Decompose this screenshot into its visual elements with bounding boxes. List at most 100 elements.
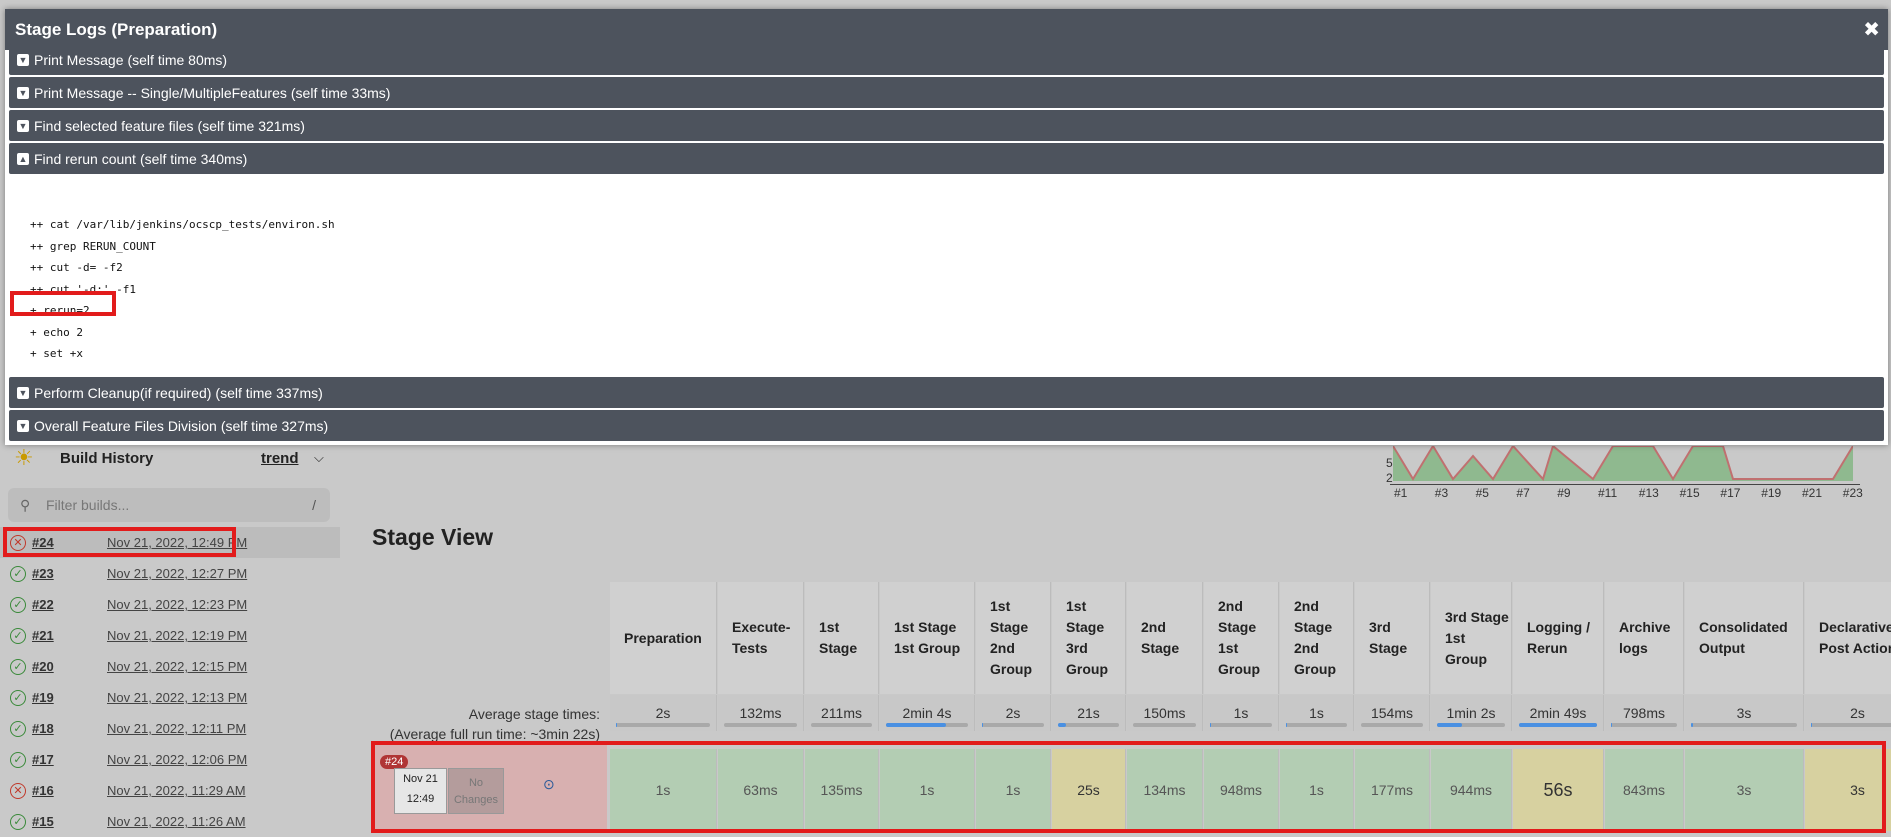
step-name: Print Message -- Single/MultipleFeatures [34,84,287,101]
step-name: Find rerun count [34,150,136,167]
success-status-icon: ✓ [10,689,26,706]
build-row[interactable]: ✓ #22 Nov 21, 2022, 12:23 PM [0,589,340,620]
chevron-down-icon[interactable]: ⌵ [314,450,324,466]
build-row[interactable]: ✓ #17 Nov 21, 2022, 12:06 PM [0,744,340,775]
stage-average-value: 132ms [739,705,782,721]
stage-average-value: 798ms [1622,705,1666,721]
sun-icon: ☀ [14,445,34,470]
build-row[interactable]: ✓ #20 Nov 21, 2022, 12:15 PM [0,651,340,682]
stage-header: Declarative: Post Actions [1805,582,1891,694]
stage-average-time: 154ms [1355,695,1430,731]
stage-average-bar [886,723,968,727]
build-number-link[interactable]: #20 [32,659,102,674]
stage-header: 1st Stage 1st Group [880,582,975,694]
stage-average-time: 21s [1052,695,1126,731]
build-date-link[interactable]: Nov 21, 2022, 12:19 PM [107,628,247,643]
log-line: ++ cat /var/lib/jenkins/ocscp_tests/envi… [30,218,335,231]
build-date-link[interactable]: Nov 21, 2022, 12:27 PM [107,566,247,581]
trend-x-axis [1390,484,1860,485]
stage-average-bar [1519,723,1597,727]
stage-header: Logging / Rerun [1513,582,1604,694]
stage-average-value: 1min 2s [1446,705,1496,721]
step-self-time: (self time 340ms) [139,150,248,167]
build-row[interactable]: ✓ #23 Nov 21, 2022, 12:27 PM [0,558,340,589]
filter-builds-input[interactable]: ⚲ Filter builds... / [8,488,330,522]
stage-average-bar-fill [1691,723,1693,727]
build-number-link[interactable]: #19 [32,690,102,705]
build-number-link[interactable]: #17 [32,752,102,767]
stage-average-value: 1s [1309,705,1324,721]
step-row[interactable]: ▼ Print Message -- Single/MultipleFeature… [9,77,1884,108]
stage-average-time: 150ms [1127,695,1203,731]
step-row[interactable]: ▼ Overall Feature Files Division (self tim… [9,410,1884,441]
stage-average-bar [1058,723,1119,727]
collapse-icon[interactable]: ▲ [17,152,29,165]
trend-y-tick: 2 [1386,471,1393,485]
stage-average-value: 2s [1005,705,1021,721]
step-row[interactable]: ▼ Perform Cleanup(if required) (self time … [9,377,1884,408]
stage-average-time: 2min 49s [1513,695,1604,731]
step-log-output: ++ cat /var/lib/jenkins/ocscp_tests/envi… [30,214,335,365]
step-row[interactable]: ▼ Print Message (self time 80ms) [9,44,1884,75]
step-self-time: (self time 337ms) [215,384,323,401]
search-icon: ⚲ [20,496,31,513]
step-row[interactable]: ▲ Find rerun count (self time 340ms) [9,143,1884,174]
expand-icon[interactable]: ▼ [17,419,29,432]
build-history-header: ☀ Build History trend ⌵ [14,445,324,470]
trend-link[interactable]: trend [261,450,299,467]
stage-average-time: 211ms [805,695,879,731]
build-row[interactable]: ✕ #16 Nov 21, 2022, 11:29 AM [0,775,340,806]
step-name: Overall Feature Files Division [34,417,217,434]
build-number-link[interactable]: #15 [32,814,102,829]
trend-x-tick: #13 [1638,486,1659,500]
stage-average-bar-fill [616,723,618,727]
stage-average-value: 2s [655,705,671,721]
expand-icon[interactable]: ▼ [17,53,29,66]
stage-average-bar-fill [1519,723,1597,727]
step-self-time: (self time 33ms) [290,84,391,101]
step-name: Find selected feature files [34,117,194,134]
close-icon[interactable]: ✖ [1863,17,1880,42]
stage-average-time: 2s [976,695,1051,731]
build-date-link[interactable]: Nov 21, 2022, 11:29 AM [107,783,246,798]
build-date-link[interactable]: Nov 21, 2022, 12:15 PM [107,659,247,674]
stage-average-time: 1min 2s [1431,695,1512,731]
step-row[interactable]: ▼ Find selected feature files (self time 3… [9,110,1884,141]
build-number-link[interactable]: #21 [32,628,102,643]
build-date-link[interactable]: Nov 21, 2022, 12:11 PM [107,721,246,736]
build-row[interactable]: ✓ #18 Nov 21, 2022, 12:11 PM [0,713,340,744]
success-status-icon: ✓ [10,751,26,768]
expand-icon[interactable]: ▼ [17,386,29,399]
stage-average-bar-fill [886,723,947,727]
stage-header: 3rd Stage [1355,582,1430,694]
stage-header: 2nd Stage 1st Group [1204,582,1279,694]
build-date-link[interactable]: Nov 21, 2022, 12:13 PM [107,690,247,705]
stage-header: 2nd Stage [1127,582,1203,694]
build-date-link[interactable]: Nov 21, 2022, 12:23 PM [107,597,247,612]
stage-average-bar [1210,723,1272,727]
build-date-link[interactable]: Nov 21, 2022, 11:26 AM [107,814,246,829]
trend-x-tick: #11 [1598,486,1618,500]
build-date-link[interactable]: Nov 21, 2022, 12:06 PM [107,752,247,767]
build-number-link[interactable]: #18 [32,721,102,736]
stage-average-bar [982,723,1044,727]
build-row[interactable]: ✓ #15 Nov 21, 2022, 11:26 AM [0,806,340,837]
expand-icon[interactable]: ▼ [17,86,29,99]
log-line: + echo 2 [30,325,83,339]
highlight-box-build-24 [3,527,236,557]
stage-average-bar-fill [1058,723,1066,727]
build-row[interactable]: ✓ #21 Nov 21, 2022, 12:19 PM [0,620,340,651]
log-line: + set +x [30,347,83,360]
stage-average-time: 1s [1204,695,1279,731]
stage-average-value: 211ms [821,705,862,721]
stage-header: 1st Stage 2nd Group [976,582,1051,694]
build-number-link[interactable]: #22 [32,597,102,612]
build-row[interactable]: ✓ #19 Nov 21, 2022, 12:13 PM [0,682,340,713]
trend-x-tick: #19 [1761,486,1782,500]
stage-average-bar [616,723,710,727]
build-number-link[interactable]: #23 [32,566,102,581]
step-self-time: (self time 80ms) [127,51,228,68]
expand-icon[interactable]: ▼ [17,119,29,132]
stage-average-time: 798ms [1605,695,1684,731]
build-number-link[interactable]: #16 [32,783,102,798]
